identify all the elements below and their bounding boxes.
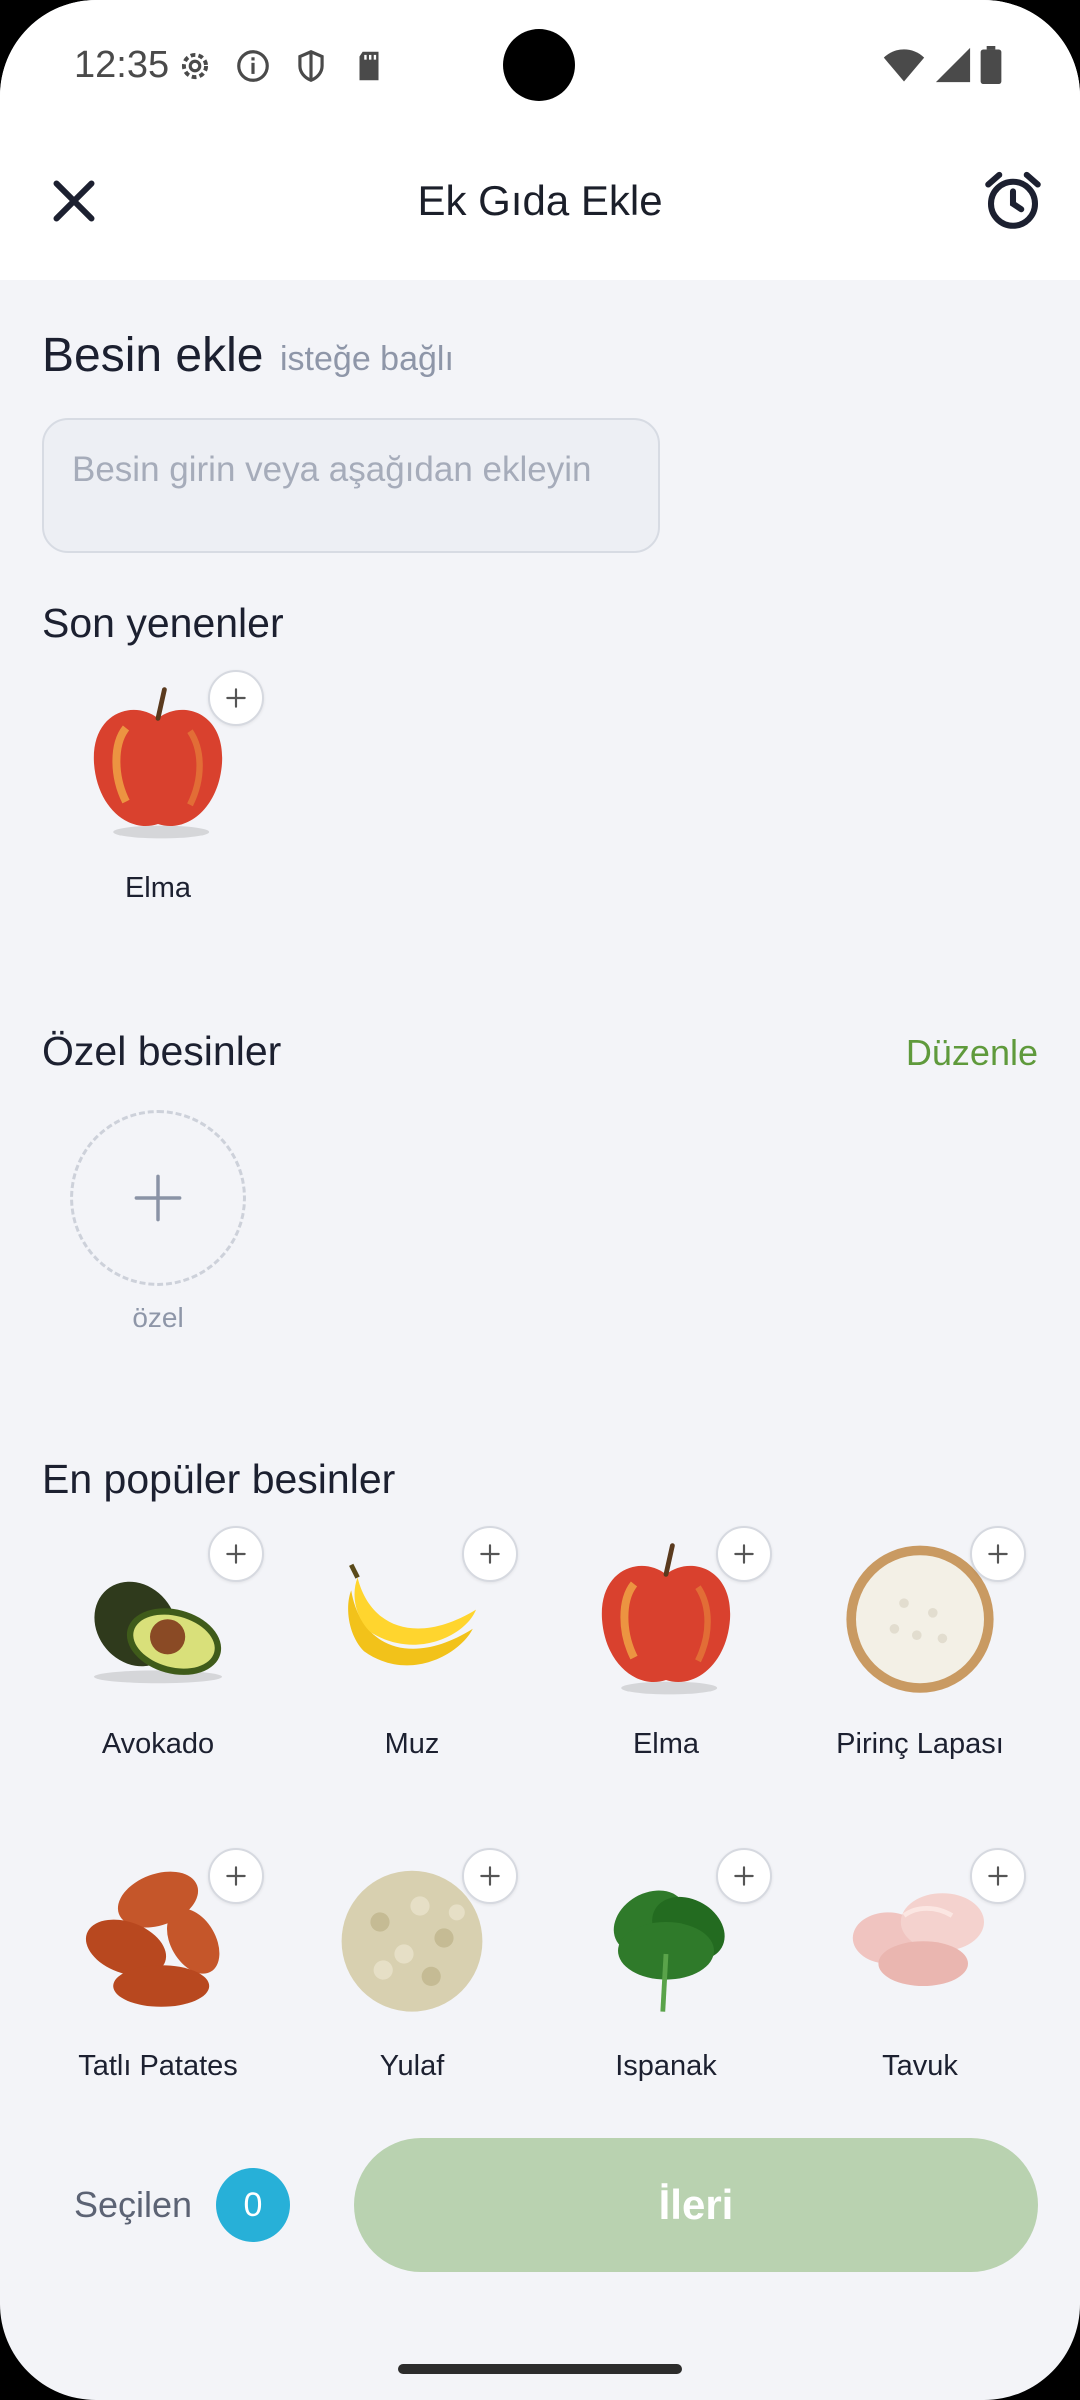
add-plus-icon[interactable]	[208, 670, 264, 726]
add-plus-icon[interactable]	[462, 1848, 518, 1904]
status-right-icons	[882, 46, 1002, 84]
popular-food-item[interactable]: Avokado	[58, 1526, 264, 1776]
plus-icon	[134, 1174, 182, 1222]
food-label: Avokado	[101, 1728, 215, 1760]
food-label: Elma	[632, 1728, 700, 1760]
status-left-icons	[176, 47, 388, 85]
add-plus-icon[interactable]	[716, 1848, 772, 1904]
optional-label: isteğe bağlı	[280, 340, 454, 378]
add-plus-icon[interactable]	[970, 1848, 1026, 1904]
add-plus-icon[interactable]	[208, 1848, 264, 1904]
info-icon	[237, 50, 269, 82]
home-indicator[interactable]	[398, 2364, 682, 2374]
food-label: Yulaf	[379, 2050, 445, 2082]
popular-food-item[interactable]: Pirinç Lapası	[820, 1526, 1026, 1776]
popular-food-item[interactable]: Ispanak	[566, 1848, 772, 2098]
add-plus-icon[interactable]	[208, 1526, 264, 1582]
food-input[interactable]: Besin girin veya aşağıdan ekleyin	[42, 418, 660, 553]
wifi-icon	[883, 49, 925, 82]
settings-icon	[181, 52, 209, 80]
edit-link[interactable]: Düzenle	[906, 1032, 1038, 1074]
add-food-title: Besin ekle	[42, 329, 264, 382]
popular-food-item[interactable]: Elma	[566, 1526, 772, 1776]
alarm-icon[interactable]	[980, 168, 1046, 234]
recent-food-item[interactable]: Elma	[58, 670, 264, 920]
selected-count-badge: 0	[216, 2168, 290, 2242]
popular-food-item[interactable]: Tavuk	[820, 1848, 1026, 2098]
add-custom-button[interactable]	[70, 1110, 246, 1286]
popular-food-item[interactable]: Muz	[312, 1526, 518, 1776]
add-plus-icon[interactable]	[462, 1526, 518, 1582]
popular-food-item[interactable]: Yulaf	[312, 1848, 518, 2098]
food-label: Elma	[124, 872, 192, 904]
front-camera	[503, 29, 575, 101]
shield-icon	[298, 50, 324, 82]
recent-title: Son yenenler	[42, 600, 284, 646]
top-app-bar: Ek Gıda Ekle	[0, 135, 1080, 280]
food-label: Tavuk	[882, 2050, 958, 2082]
battery-icon	[980, 46, 1002, 84]
page-title: Ek Gıda Ekle	[417, 177, 663, 224]
status-bar: 12:35	[0, 0, 1080, 135]
next-button[interactable]: İleri	[354, 2138, 1038, 2272]
selected-label: Seçilen	[74, 2184, 193, 2225]
popular-title: En popüler besinler	[42, 1456, 396, 1502]
popular-food-item[interactable]: Tatlı Patates	[58, 1848, 264, 2098]
custom-label: özel	[132, 1302, 184, 1333]
screen: 12:35 Ek Gıda Ekle Besin ekle isteğe bağ…	[0, 0, 1080, 2400]
food-label: Muz	[384, 1728, 440, 1760]
food-label: Tatlı Patates	[78, 2050, 238, 2082]
sd-card-icon	[359, 51, 379, 81]
food-label: Ispanak	[615, 2050, 717, 2082]
add-plus-icon[interactable]	[970, 1526, 1026, 1582]
add-plus-icon[interactable]	[716, 1526, 772, 1582]
food-label: Pirinç Lapası	[836, 1728, 1004, 1760]
custom-title: Özel besinler	[42, 1028, 282, 1074]
signal-icon	[935, 47, 971, 83]
status-time: 12:35	[74, 44, 170, 86]
